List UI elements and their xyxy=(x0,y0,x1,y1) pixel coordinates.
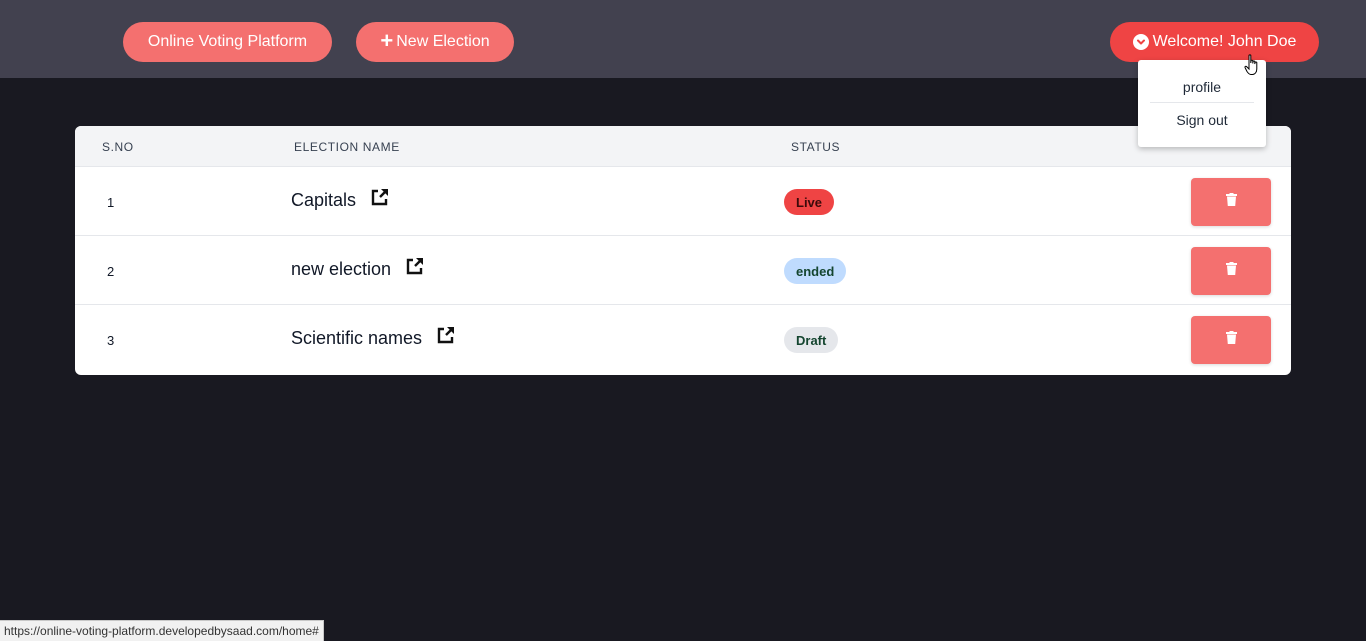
welcome-label: Welcome! John Doe xyxy=(1152,33,1297,50)
row-sno: 2 xyxy=(107,264,115,279)
status-badge: Live xyxy=(784,189,835,215)
trash-icon xyxy=(1225,262,1237,280)
external-link-icon[interactable] xyxy=(370,187,390,207)
column-header-status: STATUS xyxy=(791,140,841,154)
browser-status-bar: https://online-voting-platform.developed… xyxy=(0,620,324,641)
column-header-sno: S.NO xyxy=(102,140,134,154)
table-row: 3 Scientific names Draft xyxy=(75,305,1291,374)
trash-icon xyxy=(1225,331,1237,349)
menu-divider xyxy=(1150,102,1254,103)
column-header-name: ELECTION NAME xyxy=(294,140,400,154)
table-row: 2 new election ended xyxy=(75,236,1291,305)
profile-menu-item[interactable]: profile xyxy=(1138,79,1266,95)
hand-cursor-icon xyxy=(1244,54,1260,81)
row-sno: 3 xyxy=(107,333,115,348)
election-name-cell: Capitals xyxy=(291,187,390,211)
plus-icon: + xyxy=(380,28,394,53)
status-badge: Draft xyxy=(784,327,839,353)
user-menu-button[interactable]: Welcome! John Doe xyxy=(1110,22,1319,62)
election-name: Capitals xyxy=(291,190,357,210)
table-row: 1 Capitals Live xyxy=(75,167,1291,236)
election-name-cell: new election xyxy=(291,256,425,280)
brand-button[interactable]: Online Voting Platform xyxy=(123,22,332,62)
hover-url: https://online-voting-platform.developed… xyxy=(4,624,319,638)
election-name: new election xyxy=(291,259,392,279)
delete-button[interactable] xyxy=(1191,247,1271,295)
table-header: S.NO ELECTION NAME STATUS xyxy=(75,126,1291,167)
brand-label: Online Voting Platform xyxy=(147,33,308,50)
external-link-icon[interactable] xyxy=(405,256,425,276)
new-election-button[interactable]: + New Election xyxy=(356,22,514,62)
new-election-label: New Election xyxy=(396,33,490,50)
chevron-down-icon xyxy=(1132,34,1149,50)
election-name: Scientific names xyxy=(291,328,423,348)
elections-table: S.NO ELECTION NAME STATUS 1 Capitals Liv… xyxy=(75,126,1291,375)
row-sno: 1 xyxy=(107,195,115,210)
external-link-icon[interactable] xyxy=(436,325,456,345)
status-badge: ended xyxy=(784,258,847,284)
delete-button[interactable] xyxy=(1191,178,1271,226)
trash-icon xyxy=(1225,193,1237,211)
election-name-cell: Scientific names xyxy=(291,325,456,349)
delete-button[interactable] xyxy=(1191,316,1271,364)
signout-menu-item[interactable]: Sign out xyxy=(1138,112,1266,128)
